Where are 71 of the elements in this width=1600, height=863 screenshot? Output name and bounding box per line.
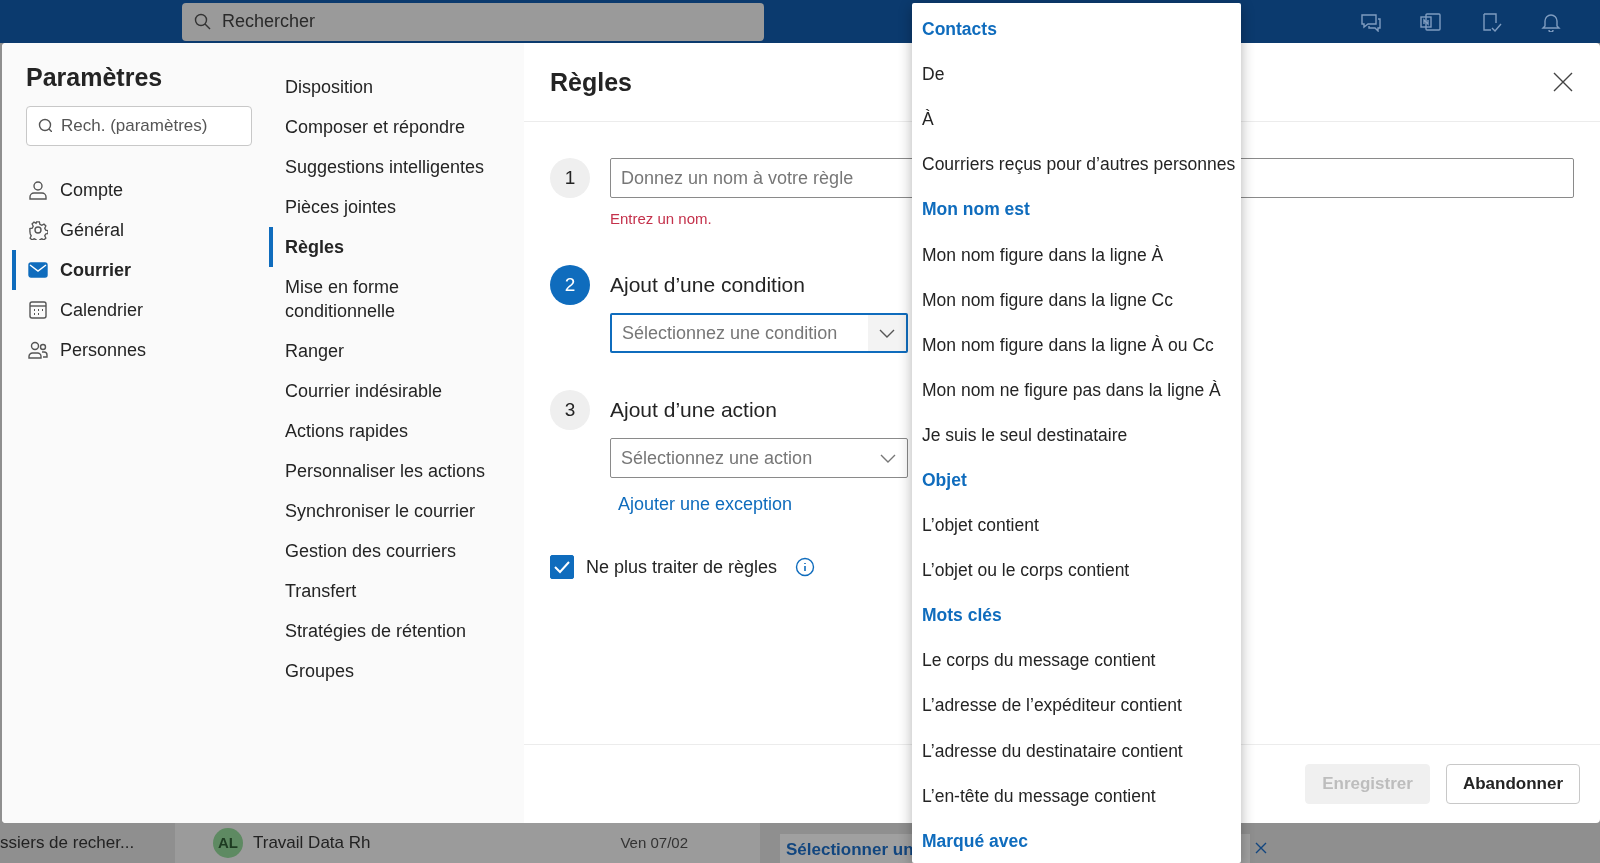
nav-item[interactable]: Mise en forme conditionnelle — [269, 267, 509, 331]
step-title: Ajout d’une condition — [610, 272, 805, 298]
step-title: Ajout d’une action — [610, 397, 777, 423]
nav-item[interactable]: Calendrier — [12, 290, 269, 330]
search-field[interactable]: Rechercher — [182, 2, 764, 41]
nav-item[interactable]: Stratégies de rétention — [269, 611, 509, 651]
calendar-icon — [28, 300, 48, 320]
nav-item[interactable]: Ranger — [269, 331, 509, 371]
bell-icon[interactable] — [1540, 11, 1562, 32]
message-date: Ven 07/02 — [620, 834, 688, 851]
step-number: 3 — [550, 390, 590, 430]
chevron-down-icon — [880, 453, 896, 463]
dropdown-field[interactable]: Sélectionnez une action — [610, 438, 908, 478]
menu-option[interactable]: Mon nom figure dans la ligne À ou Cc — [912, 322, 1241, 368]
menu-option[interactable]: À — [912, 97, 1241, 143]
menu-group-header: Contacts — [921, 18, 998, 42]
menu-option[interactable]: L’adresse de l’expéditeur contient — [912, 683, 1241, 729]
nav-item[interactable]: Groupes — [269, 651, 509, 691]
panel-title: Règles — [550, 67, 632, 97]
nav-item[interactable]: Transfert — [269, 571, 509, 611]
nav-item[interactable]: Général — [12, 210, 269, 250]
menu-option[interactable]: Courriers reçus pour d’autres personnes — [912, 142, 1241, 188]
search-icon — [38, 118, 52, 132]
menu-option[interactable]: Je suis le seul destinataire — [912, 412, 1241, 458]
nav-item[interactable]: Compte — [12, 170, 269, 210]
nav-item[interactable]: Personnes — [12, 330, 269, 370]
task-check-icon[interactable] — [1480, 11, 1502, 32]
menu-option[interactable]: De — [912, 52, 1241, 98]
nav-item[interactable]: Composer et répondre — [269, 107, 509, 147]
settings-title: Paramètres — [25, 63, 164, 92]
menu-option[interactable]: L’adresse du destinataire contient — [912, 728, 1241, 774]
menu-option[interactable]: Mon nom figure dans la ligne À — [912, 232, 1241, 278]
checkbox[interactable] — [550, 555, 574, 579]
people-icon — [28, 340, 48, 360]
menu-option[interactable]: Mon nom ne figure pas dans la ligne À — [912, 367, 1241, 413]
dialog-button[interactable]: Abandonner — [1445, 764, 1580, 804]
avatar: AL — [213, 827, 243, 858]
close-icon[interactable] — [1552, 71, 1574, 93]
menu-option[interactable]: Le corps du message contient — [912, 638, 1241, 684]
nav-item[interactable]: Gestion des courriers — [269, 531, 509, 571]
folder-item[interactable]: ssiers de recher... — [0, 832, 135, 853]
notebook-icon[interactable] — [1420, 11, 1442, 32]
info-icon — [795, 557, 816, 577]
menu-group-header: Mots clés — [921, 604, 1003, 628]
nav-item[interactable]: Disposition — [269, 67, 509, 107]
message-subject: Travail Data Rh — [253, 832, 371, 853]
menu-option[interactable]: L’en-tête du message contient — [912, 773, 1241, 819]
person-icon — [28, 180, 48, 200]
chevron-down-icon — [879, 328, 895, 338]
search-icon — [194, 12, 212, 31]
nav-item[interactable]: Règles — [269, 227, 509, 267]
checkbox-label: Ne plus traiter de règles — [586, 556, 778, 578]
gear-icon — [28, 220, 48, 240]
menu-group-header: Objet — [921, 469, 968, 492]
nav-item[interactable]: Synchroniser le courrier — [269, 491, 509, 531]
menu-option[interactable]: Mon nom figure dans la ligne Cc — [912, 277, 1241, 323]
step-number: 1 — [550, 158, 590, 198]
nav-item[interactable]: Pièces jointes — [269, 187, 509, 227]
search-field[interactable]: Rech. (paramètres) — [26, 106, 252, 146]
menu-option[interactable]: L’objet ou le corps contient — [912, 548, 1241, 594]
mail-icon — [28, 260, 48, 280]
dropdown-field[interactable]: Sélectionnez une condition — [610, 313, 908, 353]
nav-item[interactable]: Personnaliser les actions — [269, 451, 509, 491]
step-number: 2 — [550, 265, 590, 305]
nav-item[interactable]: Suggestions intelligentes — [269, 147, 509, 187]
nav-item[interactable]: Courrier indésirable — [269, 371, 509, 411]
menu-option[interactable]: L’objet contient — [912, 503, 1241, 549]
nav-item[interactable]: Actions rapides — [269, 411, 509, 451]
menu-group-header: Mon nom est — [921, 198, 1031, 222]
add-exception-link[interactable]: Ajouter une exception — [618, 494, 793, 515]
chat-icon[interactable] — [1360, 11, 1382, 32]
